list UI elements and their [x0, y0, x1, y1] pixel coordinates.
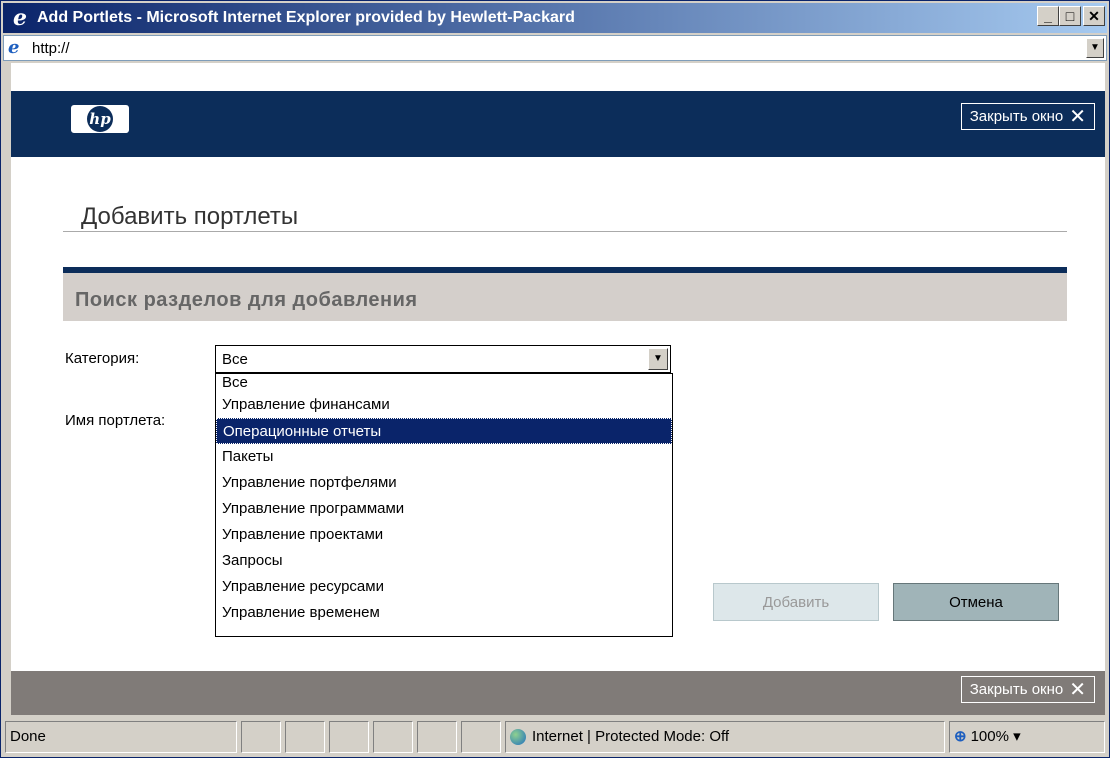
footer-bar: Закрыть окно ✕: [11, 671, 1105, 715]
category-option[interactable]: Управление ресурсами: [216, 574, 672, 600]
address-text: http://: [32, 40, 70, 57]
cancel-button[interactable]: Отмена: [893, 583, 1059, 621]
category-option[interactable]: Запросы: [216, 548, 672, 574]
zoom-dropdown-icon: ▾: [1013, 728, 1021, 745]
address-dropdown-button[interactable]: ▼: [1086, 38, 1104, 58]
category-option[interactable]: Управление портфелями: [216, 470, 672, 496]
status-pane: [417, 721, 457, 753]
category-label: Категория:: [65, 350, 140, 367]
ie-page-icon: e: [8, 37, 20, 58]
close-window-link-top[interactable]: Закрыть окно ✕: [960, 103, 1095, 130]
portlet-name-label: Имя портлета:: [65, 412, 166, 429]
add-button[interactable]: Добавить: [713, 583, 879, 621]
chevron-down-icon[interactable]: ▼: [648, 348, 668, 370]
window-title: Add Portlets - Microsoft Internet Explor…: [37, 9, 575, 26]
close-window-label: Закрыть окно: [969, 681, 1064, 698]
category-option[interactable]: Пакеты: [216, 444, 672, 470]
ie-logo-icon: e: [13, 5, 27, 31]
status-pane: [241, 721, 281, 753]
section-title: Поиск разделов для добавления: [75, 289, 418, 311]
globe-icon: [510, 729, 526, 746]
zoom-control[interactable]: ⊕ 100% ▾: [949, 721, 1105, 753]
security-zone[interactable]: Internet | Protected Mode: Off: [505, 721, 945, 753]
close-icon: ✕: [1069, 678, 1086, 701]
hp-logo: hp: [71, 105, 129, 133]
header-bar: hp Закрыть окно ✕: [11, 91, 1105, 157]
category-option[interactable]: Управление временем: [216, 600, 672, 626]
minimize-button[interactable]: _: [1037, 6, 1059, 26]
search-section-header: Поиск разделов для добавления: [63, 267, 1067, 321]
status-pane: [461, 721, 501, 753]
status-pane: [329, 721, 369, 753]
status-pane: [285, 721, 325, 753]
hp-logo-icon: hp: [87, 106, 113, 132]
address-bar[interactable]: e http:// ▼: [3, 35, 1107, 61]
category-option[interactable]: Управление проектами: [216, 522, 672, 548]
category-select[interactable]: Все ▼: [215, 345, 671, 373]
status-pane: [373, 721, 413, 753]
maximize-button[interactable]: □: [1059, 6, 1081, 26]
close-window-button[interactable]: ✕: [1083, 6, 1105, 26]
status-bar: Done Internet | Protected Mode: Off ⊕ 100…: [3, 717, 1107, 757]
category-selected-value: Все: [222, 351, 248, 368]
category-option[interactable]: Все: [216, 374, 672, 392]
category-option[interactable]: Управление финансами: [216, 392, 672, 418]
zoom-icon: ⊕: [954, 728, 967, 745]
close-icon: ✕: [1069, 105, 1086, 128]
page-content: hp Закрыть окно ✕ Добавить портлеты Поис…: [11, 63, 1105, 715]
status-text: Done: [5, 721, 237, 753]
category-option-highlighted[interactable]: Операционные отчеты: [216, 418, 672, 444]
zone-text: Internet | Protected Mode: Off: [532, 728, 730, 745]
title-divider: [63, 231, 1067, 232]
zoom-level: 100%: [970, 728, 1009, 745]
browser-window: e Add Portlets - Microsoft Internet Expl…: [0, 0, 1110, 758]
close-window-label: Закрыть окно: [969, 108, 1064, 125]
category-option[interactable]: Управление программами: [216, 496, 672, 522]
category-dropdown-list: Все Управление финансами Операционные от…: [215, 373, 673, 637]
close-window-link-bottom[interactable]: Закрыть окно ✕: [960, 676, 1095, 703]
page-title: Добавить портлеты: [81, 203, 299, 230]
title-bar: e Add Portlets - Microsoft Internet Expl…: [3, 3, 1107, 33]
